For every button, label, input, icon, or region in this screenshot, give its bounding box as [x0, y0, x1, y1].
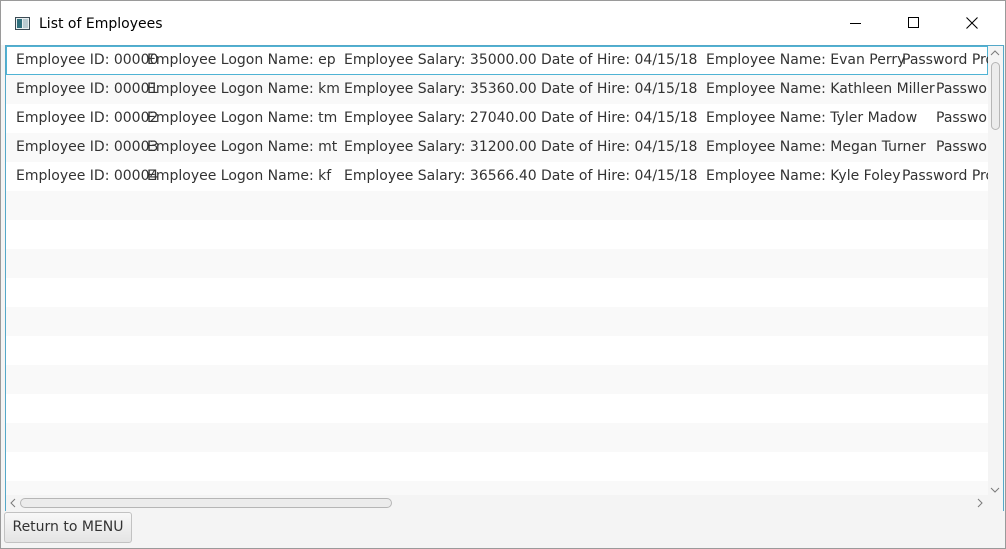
horizontal-scroll-thumb[interactable] [20, 498, 392, 508]
employee-row[interactable]: Employee ID: 00001 Employee Logon Name: … [6, 75, 988, 104]
horizontal-scrollbar[interactable] [6, 495, 988, 511]
title-bar[interactable]: List of Employees [1, 1, 1005, 45]
scroll-right-arrow-icon[interactable] [976, 498, 984, 510]
employee-row[interactable]: Employee ID: 00003 Employee Logon Name: … [6, 133, 988, 162]
employee-logon: Employee Logon Name: ep [147, 52, 336, 68]
empty-row [6, 307, 988, 336]
minimize-button[interactable] [827, 1, 885, 45]
employee-id: Employee ID: 00004 [16, 168, 159, 184]
employee-rows: Employee ID: 00000 Employee Logon Name: … [6, 46, 988, 495]
employee-logon: Employee Logon Name: km [147, 81, 340, 97]
employee-salary: Employee Salary: 27040.00 [344, 110, 537, 126]
employee-name: Employee Name: Kathleen Miller [706, 81, 935, 97]
empty-row [6, 336, 988, 365]
employee-password: Passwor [936, 110, 988, 126]
employee-logon: Employee Logon Name: kf [147, 168, 332, 184]
vertical-scrollbar[interactable] [988, 46, 1003, 495]
return-to-menu-button[interactable]: Return to MENU [4, 512, 132, 543]
close-button[interactable] [943, 1, 1001, 45]
scrollbar-corner [988, 495, 1003, 511]
employee-name: Employee Name: Evan Perry [706, 52, 906, 68]
employee-row[interactable]: Employee ID: 00004 Employee Logon Name: … [6, 162, 988, 191]
empty-row [6, 249, 988, 278]
employee-id: Employee ID: 00001 [16, 81, 159, 97]
employee-list[interactable]: Employee ID: 00000 Employee Logon Name: … [5, 45, 1004, 512]
employee-salary: Employee Salary: 35360.00 [344, 81, 537, 97]
maximize-icon [908, 17, 919, 28]
employee-name: Employee Name: Kyle Foley [706, 168, 901, 184]
employee-salary: Employee Salary: 31200.00 [344, 139, 537, 155]
empty-row [6, 220, 988, 249]
empty-row [6, 394, 988, 423]
employee-logon: Employee Logon Name: mt [147, 139, 338, 155]
close-icon [966, 17, 978, 29]
employee-password: Passwor [936, 139, 988, 155]
employee-password: Password Pro [902, 168, 988, 184]
employee-password: Password Pro [902, 52, 988, 68]
bottom-bar: Return to MENU [1, 511, 1005, 548]
maximize-button[interactable] [885, 1, 943, 45]
empty-row [6, 452, 988, 481]
scroll-up-arrow-icon[interactable] [990, 47, 1000, 59]
window-title: List of Employees [39, 16, 163, 32]
app-icon [15, 17, 30, 30]
employee-id: Employee ID: 00002 [16, 110, 159, 126]
employee-id: Employee ID: 00003 [16, 139, 159, 155]
empty-row [6, 423, 988, 452]
employee-salary: Employee Salary: 35000.00 [344, 52, 537, 68]
empty-row [6, 191, 988, 220]
vertical-scroll-thumb[interactable] [991, 62, 1000, 130]
employee-name: Employee Name: Megan Turner [706, 139, 926, 155]
employee-hire-date: Date of Hire: 04/15/18 [541, 52, 698, 68]
employee-hire-date: Date of Hire: 04/15/18 [541, 81, 698, 97]
employee-list-window: List of Employees Employee ID: 00000 Emp… [0, 0, 1006, 549]
employee-id: Employee ID: 00000 [16, 52, 159, 68]
employee-hire-date: Date of Hire: 04/15/18 [541, 110, 698, 126]
empty-row [6, 481, 988, 495]
employee-row[interactable]: Employee ID: 00002 Employee Logon Name: … [6, 104, 988, 133]
employee-name: Employee Name: Tyler Madow [706, 110, 918, 126]
empty-row [6, 278, 988, 307]
employee-salary: Employee Salary: 36566.40 [344, 168, 537, 184]
minimize-icon [850, 23, 861, 24]
employee-row[interactable]: Employee ID: 00000 Employee Logon Name: … [6, 46, 988, 75]
scroll-left-arrow-icon[interactable] [9, 498, 17, 510]
empty-row [6, 365, 988, 394]
employee-hire-date: Date of Hire: 04/15/18 [541, 168, 698, 184]
employee-password: Passwor [936, 81, 988, 97]
employee-logon: Employee Logon Name: tm [147, 110, 338, 126]
employee-hire-date: Date of Hire: 04/15/18 [541, 139, 698, 155]
